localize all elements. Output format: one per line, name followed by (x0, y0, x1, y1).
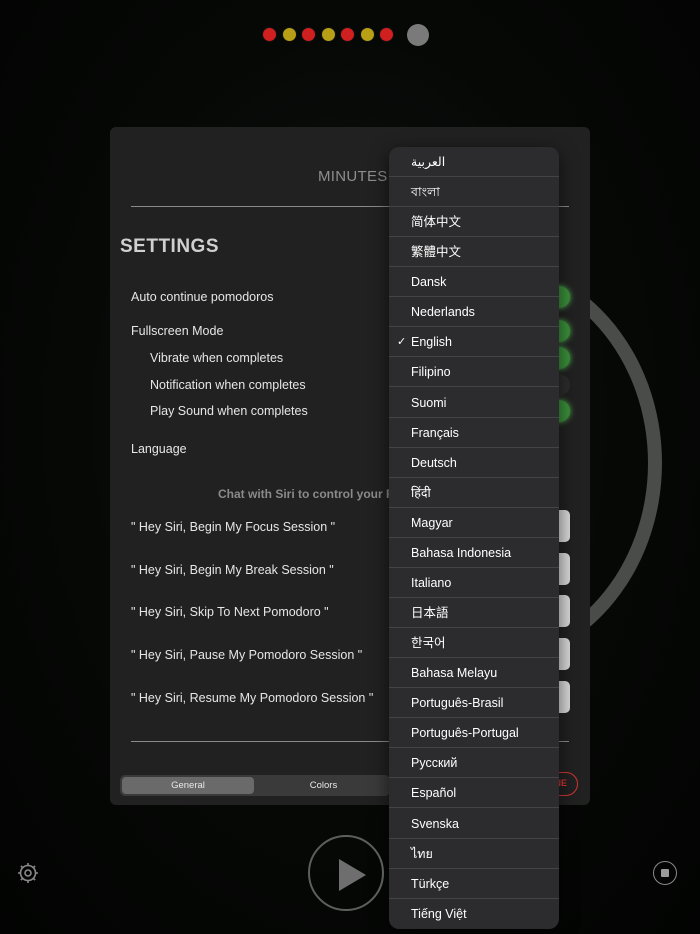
language-option-label: Bahasa Melayu (411, 666, 498, 681)
language-option[interactable]: Türkçe (389, 869, 559, 899)
language-option-label: Italiano (411, 575, 452, 590)
language-label: Language (131, 442, 187, 456)
siri-phrase-pause: " Hey Siri, Pause My Pomodoro Session " (131, 648, 363, 662)
siri-phrase-skip: " Hey Siri, Skip To Next Pomodoro " (131, 605, 329, 619)
language-option[interactable]: Deutsch (389, 448, 559, 478)
language-option[interactable]: Italiano (389, 568, 559, 598)
notification-label: Notification when completes (150, 378, 306, 392)
language-option[interactable]: العربية (389, 147, 559, 177)
language-option-label: 한국어 (411, 636, 446, 651)
language-option-label: বাংলা (411, 185, 440, 200)
language-option-label: English (411, 335, 452, 350)
siri-hint: Chat with Siri to control your Po (218, 487, 402, 501)
pomodoro-progress (0, 24, 700, 46)
language-option[interactable]: ไทย (389, 839, 559, 869)
language-option[interactable]: Magyar (389, 508, 559, 538)
stop-icon (661, 869, 669, 877)
play-sound-label: Play Sound when completes (150, 404, 308, 418)
language-option[interactable]: 简体中文 (389, 207, 559, 238)
language-option[interactable]: Filipino (389, 357, 559, 388)
language-option-label: Русский (411, 756, 458, 771)
pomodoro-dot (379, 27, 394, 42)
gear-icon[interactable] (16, 861, 40, 885)
language-option[interactable]: Bahasa Indonesia (389, 538, 559, 568)
tab-general[interactable]: General (122, 777, 254, 794)
language-option-label: Svenska (411, 816, 459, 831)
checkmark-icon: ✓ (397, 336, 407, 349)
fullscreen-label: Fullscreen Mode (131, 324, 224, 338)
vibrate-label: Vibrate when completes (150, 351, 284, 365)
current-pomodoro-dot (407, 24, 429, 46)
play-button[interactable] (308, 835, 384, 911)
language-option-label: Deutsch (411, 455, 457, 470)
language-option-label: Tiếng Việt (411, 906, 467, 921)
language-option[interactable]: 日本語 (389, 598, 559, 629)
language-option[interactable]: Español (389, 778, 559, 809)
language-option-label: 繁體中文 (411, 245, 462, 260)
language-option-label: Nederlands (411, 305, 475, 320)
language-dropdown-menu: العربية বাংলা 简体中文繁體中文 Dansk Nederlands ✓ Engl… (389, 147, 559, 929)
language-option[interactable]: Nederlands (389, 297, 559, 328)
language-option[interactable]: हिंदी (389, 478, 559, 508)
language-option[interactable]: Dansk (389, 267, 559, 298)
pomodoro-dot (340, 27, 355, 42)
language-option[interactable]: 繁體中文 (389, 237, 559, 268)
language-option[interactable]: Português-Portugal (389, 718, 559, 749)
language-option-label: Português-Brasil (411, 696, 504, 711)
language-option-label: Dansk (411, 275, 447, 290)
language-option-label: Suomi (411, 395, 447, 410)
stop-button[interactable] (653, 861, 677, 885)
language-option[interactable]: Tiếng Việt (389, 899, 559, 929)
language-option-label: Português-Portugal (411, 726, 519, 741)
language-option-label: Bahasa Indonesia (411, 545, 512, 560)
language-option-label: Türkçe (411, 876, 450, 891)
language-option-label: 日本語 (411, 606, 449, 621)
siri-phrase-focus: " Hey Siri, Begin My Focus Session " (131, 520, 336, 534)
pomodoro-dot (301, 27, 316, 42)
language-option[interactable]: বাংলা (389, 177, 559, 208)
language-option[interactable]: Français (389, 418, 559, 448)
settings-tabs: General Colors (120, 775, 390, 796)
pomodoro-dot (359, 27, 375, 42)
language-option[interactable]: Svenska (389, 809, 559, 839)
language-option[interactable]: Русский (389, 748, 559, 779)
language-option[interactable]: Português-Brasil (389, 688, 559, 719)
language-option-label: ไทย (411, 846, 433, 861)
play-icon (339, 859, 366, 891)
language-option[interactable]: ✓ English (389, 327, 559, 358)
language-option[interactable]: Bahasa Melayu (389, 658, 559, 689)
language-option-label: Español (411, 786, 457, 801)
siri-phrase-break: " Hey Siri, Begin My Break Session " (131, 563, 334, 577)
language-option-label: Français (411, 425, 459, 440)
settings-title: SETTINGS (120, 236, 220, 257)
language-option-label: 简体中文 (411, 215, 462, 230)
language-option-label: Filipino (411, 365, 451, 380)
language-option-label: हिंदी (411, 485, 431, 500)
language-option[interactable]: Suomi (389, 388, 559, 418)
pomodoro-dot (281, 27, 297, 42)
tab-colors[interactable]: Colors (257, 775, 390, 796)
siri-phrase-resume: " Hey Siri, Resume My Pomodoro Session " (131, 691, 374, 705)
language-option-label: Magyar (411, 515, 453, 530)
pomodoro-dot (320, 27, 336, 42)
language-option[interactable]: 한국어 (389, 628, 559, 659)
auto-continue-label: Auto continue pomodoros (131, 290, 274, 304)
pomodoro-dot (262, 27, 277, 42)
language-option-label: العربية (411, 155, 446, 169)
minutes-label: MINUTES (318, 168, 388, 185)
